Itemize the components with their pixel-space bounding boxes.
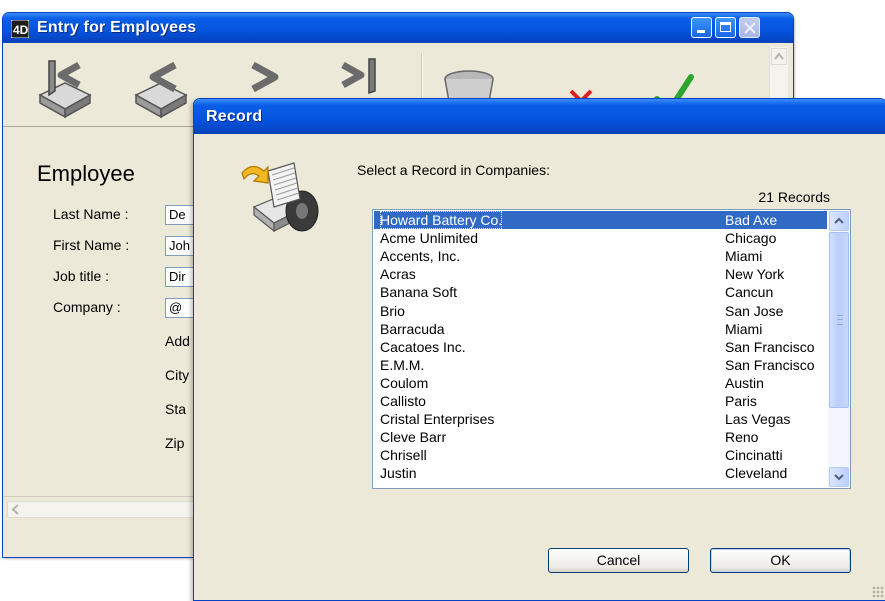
list-item[interactable]: Cristal Enterprises Las Vegas xyxy=(374,410,827,428)
horizontal-scrollbar[interactable] xyxy=(7,501,207,518)
company-city-cell: Paris xyxy=(725,393,757,409)
scroll-grip-icon xyxy=(837,315,843,325)
company-name-cell: Justin xyxy=(380,465,417,482)
scroll-up-button[interactable] xyxy=(829,211,849,231)
record-count: 21 Records xyxy=(758,189,830,205)
list-item[interactable]: Justin Cleveland xyxy=(374,464,827,482)
scroll-left-arrow-icon[interactable] xyxy=(8,502,22,517)
record-dialog: Record Select a Record in Companies: 21 … xyxy=(193,98,885,601)
company-city-cell: San Francisco xyxy=(725,338,815,355)
chevron-down-icon xyxy=(834,474,844,481)
cancel-button[interactable]: Cancel xyxy=(548,548,689,573)
svg-text:4D: 4D xyxy=(13,23,29,37)
list-item[interactable]: Accents, Inc. Miami xyxy=(374,247,827,265)
list-item[interactable]: Coulom Austin xyxy=(374,374,827,392)
close-button[interactable] xyxy=(739,17,760,38)
list-item[interactable]: Cacatoes Inc. San Francisco xyxy=(374,338,827,356)
company-name-cell: Callisto xyxy=(380,393,426,409)
company-name-cell: Cleve Barr xyxy=(380,429,447,446)
company-name-cell: E.M.M. xyxy=(380,356,425,373)
company-city-cell: New York xyxy=(725,266,785,283)
window-title: Entry for Employees xyxy=(37,19,197,36)
list-scrollbar[interactable] xyxy=(828,211,850,487)
company-city-cell: Reno xyxy=(725,429,759,446)
first-name-label: First Name : xyxy=(53,237,130,253)
company-city-cell: San Jose xyxy=(725,302,784,319)
company-name-cell: Coulom xyxy=(380,374,429,391)
record-select-icon xyxy=(241,162,319,233)
company-city-cell: Miami xyxy=(725,320,763,337)
list-item[interactable]: E.M.M. San Francisco xyxy=(374,356,827,374)
list-item[interactable]: Banana Soft Cancun xyxy=(374,283,827,301)
list-item[interactable]: Callisto Paris xyxy=(374,392,827,410)
companies-list[interactable]: Howard Battery Co. Bad Axe Acme Unlimited C… xyxy=(372,209,851,489)
company-name-cell: Cacatoes Inc. xyxy=(380,338,466,355)
maximize-button[interactable] xyxy=(715,17,736,38)
company-name-cell: Howard Battery Co. xyxy=(380,211,503,229)
state-label: Sta xyxy=(165,401,187,417)
dialog-title: Record xyxy=(206,108,263,125)
company-name-cell: Chrisell xyxy=(380,447,427,464)
resize-grip-icon[interactable] xyxy=(872,586,884,598)
company-name-cell: Banana Soft xyxy=(380,284,458,301)
minimize-button[interactable] xyxy=(691,17,712,38)
scroll-thumb[interactable] xyxy=(829,232,849,408)
company-name-cell: Accents, Inc. xyxy=(380,248,461,265)
list-item[interactable]: Chrisell Cincinatti xyxy=(374,446,827,464)
address-label: Add xyxy=(165,333,190,349)
zip-label: Zip xyxy=(165,435,185,451)
dialog-prompt: Select a Record in Companies: xyxy=(357,162,550,178)
company-city-cell: Austin xyxy=(725,374,764,391)
section-title: Employee xyxy=(37,161,135,186)
company-label: Company : xyxy=(53,299,121,315)
list-item[interactable]: Howard Battery Co. Bad Axe xyxy=(374,211,827,229)
job-title-label: Job title : xyxy=(53,268,110,284)
company-name-cell: Cristal Enterprises xyxy=(380,411,495,428)
company-city-cell: Bad Axe xyxy=(725,212,778,228)
chevron-up-icon xyxy=(834,217,844,224)
list-item[interactable]: Acme Unlimited Chicago xyxy=(374,229,827,247)
list-item[interactable]: Cleve Barr Reno xyxy=(374,428,827,446)
window-titlebar[interactable]: 4D Entry for Employees xyxy=(3,13,793,43)
company-name-cell: Acras xyxy=(380,266,416,283)
company-city-cell: Cincinatti xyxy=(725,447,783,464)
company-name-cell: Barracuda xyxy=(380,320,445,337)
scroll-up-arrow-icon[interactable] xyxy=(771,48,787,65)
scroll-down-button[interactable] xyxy=(829,467,849,487)
company-city-cell: Miami xyxy=(725,248,763,265)
4d-app-icon: 4D xyxy=(11,20,29,38)
last-name-label: Last Name : xyxy=(53,206,129,222)
list-item[interactable]: Barracuda Miami xyxy=(374,320,827,338)
company-name-cell: Brio xyxy=(380,302,405,319)
company-city-cell: Cancun xyxy=(725,284,774,301)
ok-button[interactable]: OK xyxy=(710,548,851,573)
company-city-cell: Cleveland xyxy=(725,465,788,482)
company-city-cell: Chicago xyxy=(725,230,777,247)
company-name-cell: Acme Unlimited xyxy=(380,230,479,247)
company-city-cell: Las Vegas xyxy=(725,411,791,428)
city-label: City xyxy=(165,367,190,383)
previous-record-icon[interactable] xyxy=(131,53,191,119)
first-record-icon[interactable] xyxy=(35,53,95,119)
list-item[interactable]: Acras New York xyxy=(374,265,827,283)
list-item[interactable]: Brio San Jose xyxy=(374,302,827,320)
company-city-cell: San Francisco xyxy=(725,356,815,373)
dialog-titlebar[interactable]: Record xyxy=(194,99,885,134)
